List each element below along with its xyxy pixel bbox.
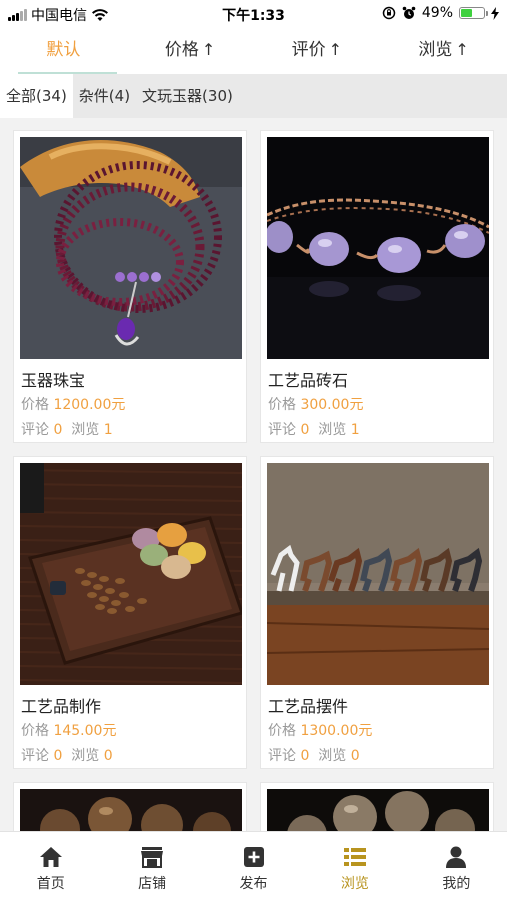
charging-icon bbox=[491, 6, 499, 20]
product-price: 145.00元 bbox=[53, 723, 117, 739]
sort-tab-rating[interactable]: 评价 ↑ bbox=[254, 28, 381, 74]
tab-label: 发布 bbox=[239, 876, 268, 892]
tab-store[interactable]: 店铺 bbox=[101, 832, 202, 900]
product-image bbox=[20, 463, 242, 685]
product-image bbox=[267, 789, 489, 831]
product-card[interactable]: 工艺品制作 价格 145.00元 评论 0 浏览 0 bbox=[13, 456, 247, 769]
product-card[interactable]: 玉器珠宝 价格 1200.00元 评论 0 浏览 1 bbox=[13, 130, 247, 443]
product-grid: 玉器珠宝 价格 1200.00元 评论 0 浏览 1 工艺品砖石 价格 300.… bbox=[0, 118, 507, 831]
sort-tab-price[interactable]: 价格 ↑ bbox=[127, 28, 254, 74]
views-count: 0 bbox=[350, 748, 360, 764]
comments-count: 0 bbox=[300, 748, 310, 764]
tab-browse[interactable]: 浏览 bbox=[304, 832, 405, 900]
price-label: 价格 bbox=[268, 723, 296, 739]
views-label: 浏览 bbox=[318, 422, 347, 438]
views-label: 浏览 bbox=[318, 748, 347, 764]
product-price-row: 价格 1200.00元 bbox=[21, 394, 125, 414]
product-card[interactable]: 工艺品砖石 价格 300.00元 评论 0 浏览 1 bbox=[260, 130, 494, 443]
sort-tab-label: 评价 bbox=[291, 40, 326, 60]
views-label: 浏览 bbox=[71, 422, 100, 438]
comments-label: 评论 bbox=[21, 748, 49, 764]
product-card[interactable] bbox=[260, 782, 494, 831]
product-price-row: 价格 300.00元 bbox=[268, 394, 363, 414]
store-icon bbox=[141, 847, 164, 868]
product-price: 1300.00元 bbox=[300, 723, 373, 739]
status-bar: 中国电信 下午1:33 49% bbox=[0, 0, 507, 28]
sort-arrow-icon: ↑ bbox=[328, 40, 343, 59]
sort-tab-label: 浏览 bbox=[418, 40, 453, 60]
views-count: 1 bbox=[103, 422, 113, 438]
battery-percent: 49% bbox=[421, 5, 453, 21]
list-icon bbox=[343, 848, 366, 866]
sort-tab-default[interactable]: 默认 bbox=[0, 28, 127, 74]
comments-count: 0 bbox=[300, 422, 310, 438]
tab-label: 首页 bbox=[36, 876, 65, 892]
product-price: 300.00元 bbox=[300, 397, 364, 413]
product-image bbox=[20, 137, 242, 359]
product-stats: 评论 0 浏览 0 bbox=[21, 745, 113, 765]
product-image bbox=[20, 789, 242, 831]
publish-icon bbox=[243, 847, 264, 867]
views-label: 浏览 bbox=[71, 748, 100, 764]
category-jade[interactable]: 文玩玉器(30) bbox=[136, 74, 239, 118]
tab-home[interactable]: 首页 bbox=[0, 832, 101, 900]
price-label: 价格 bbox=[21, 723, 49, 739]
category-all[interactable]: 全部(34) bbox=[0, 74, 73, 118]
sort-arrow-icon: ↑ bbox=[201, 40, 216, 59]
comments-label: 评论 bbox=[21, 422, 49, 438]
comments-label: 评论 bbox=[268, 748, 296, 764]
product-card[interactable]: 工艺品摆件 价格 1300.00元 评论 0 浏览 0 bbox=[260, 456, 494, 769]
alarm-icon bbox=[402, 6, 416, 19]
product-stats: 评论 0 浏览 1 bbox=[21, 419, 113, 439]
battery-icon bbox=[459, 7, 488, 19]
bottom-tab-bar: 首页 店铺 发布 浏览 我的 bbox=[0, 831, 507, 900]
product-name: 工艺品砖石 bbox=[268, 371, 349, 390]
product-name: 玉器珠宝 bbox=[21, 371, 86, 390]
sort-bar: 默认 价格 ↑ 评价 ↑ 浏览 ↑ bbox=[0, 28, 507, 74]
tab-label: 我的 bbox=[442, 876, 471, 892]
battery-level bbox=[461, 9, 472, 17]
sort-tab-views[interactable]: 浏览 ↑ bbox=[380, 28, 507, 74]
comments-count: 0 bbox=[53, 748, 63, 764]
user-icon bbox=[446, 846, 467, 868]
product-name: 工艺品制作 bbox=[21, 697, 102, 716]
tab-label: 浏览 bbox=[340, 876, 369, 892]
product-card[interactable] bbox=[13, 782, 247, 831]
price-label: 价格 bbox=[21, 397, 49, 413]
product-price: 1200.00元 bbox=[53, 397, 126, 413]
sort-arrow-icon: ↑ bbox=[455, 40, 469, 59]
product-price-row: 价格 145.00元 bbox=[21, 720, 116, 740]
sort-tab-label: 默认 bbox=[46, 40, 81, 60]
tab-publish[interactable]: 发布 bbox=[203, 832, 304, 900]
rotation-lock-icon bbox=[382, 6, 396, 20]
product-image bbox=[267, 137, 489, 359]
sort-tab-label: 价格 bbox=[164, 40, 199, 60]
product-name: 工艺品摆件 bbox=[268, 697, 349, 716]
tab-profile[interactable]: 我的 bbox=[406, 832, 507, 900]
price-label: 价格 bbox=[268, 397, 296, 413]
product-image bbox=[267, 463, 489, 685]
tab-label: 店铺 bbox=[138, 876, 167, 892]
home-icon bbox=[39, 847, 62, 867]
views-count: 0 bbox=[103, 748, 113, 764]
product-price-row: 价格 1300.00元 bbox=[268, 720, 372, 740]
comments-label: 评论 bbox=[268, 422, 296, 438]
views-count: 1 bbox=[350, 422, 360, 438]
product-stats: 评论 0 浏览 1 bbox=[268, 419, 360, 439]
category-filter-bar: 全部(34) 杂件(4) 文玩玉器(30) bbox=[0, 74, 507, 118]
comments-count: 0 bbox=[53, 422, 63, 438]
category-misc[interactable]: 杂件(4) bbox=[73, 74, 136, 118]
product-stats: 评论 0 浏览 0 bbox=[268, 745, 360, 765]
